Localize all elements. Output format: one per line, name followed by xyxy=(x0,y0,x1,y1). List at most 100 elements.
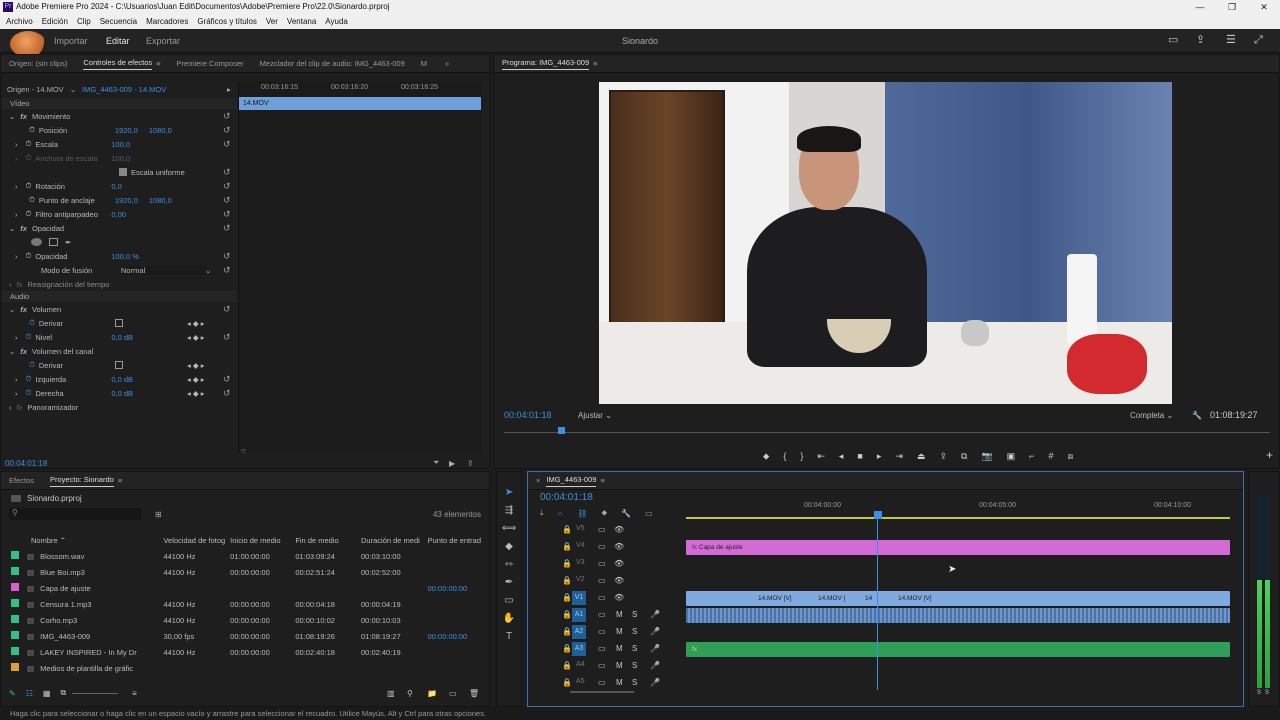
export-frame-icon[interactable]: 📷 xyxy=(981,451,992,462)
col-duracion[interactable]: Duración de medi xyxy=(361,532,428,548)
label-color-swatch[interactable] xyxy=(11,663,19,671)
multicam-icon[interactable]: ▣ xyxy=(1007,451,1016,462)
safe-margins-icon[interactable]: ⌐ xyxy=(1029,451,1034,461)
ellipse-mask-icon[interactable] xyxy=(31,238,42,246)
project-row[interactable]: ▤ Censura 1.mp3 44100 Hz 00:00:00:00 00:00:… xyxy=(11,596,481,612)
razor-tool-icon[interactable]: ◆ xyxy=(505,538,513,556)
export-icon[interactable]: ⇪ xyxy=(467,459,474,468)
panoramizador-effect[interactable]: › fx Panoramizador xyxy=(1,400,237,414)
volumen-effect[interactable]: ⌄ fx Volumen ↺ xyxy=(1,302,237,316)
escala-uniforme-row[interactable]: Escala uniforme ↺ xyxy=(1,165,237,179)
fullscreen-icon[interactable]: ⤢ xyxy=(1254,35,1263,46)
maximize-icon[interactable]: ❐ xyxy=(1216,2,1248,13)
timeline-settings-icon[interactable]: 🔧 xyxy=(621,509,631,518)
sequence-clip-label[interactable]: IMG_4463-009 - 14.MOV xyxy=(82,85,166,94)
posicion-x[interactable]: 1920,0 xyxy=(115,126,149,135)
reasignacion-row[interactable]: › fx Reasignación del tiempo xyxy=(1,277,237,291)
menu-ventana[interactable]: Ventana xyxy=(287,17,316,26)
blend-mode-select[interactable]: Normal xyxy=(121,265,205,275)
reset-icon[interactable]: ↺ xyxy=(223,181,231,192)
program-timecode[interactable]: 00:04:01:18 xyxy=(504,410,552,420)
menu-secuencia[interactable]: Secuencia xyxy=(100,17,137,26)
menu-clip[interactable]: Clip xyxy=(77,17,91,26)
list-view-icon[interactable]: ☷ xyxy=(26,689,33,698)
anclaje-x[interactable]: 1920,0 xyxy=(115,196,149,205)
linked-selection-icon[interactable]: ⛓ xyxy=(577,509,587,518)
solo-right-button[interactable]: S xyxy=(1265,690,1269,696)
captions-icon[interactable]: ▭ xyxy=(645,509,653,518)
insert-nest-icon[interactable]: ⤓ xyxy=(540,508,544,518)
workspaces-icon[interactable]: ▭ xyxy=(1168,35,1178,46)
extract-icon[interactable]: ⇪ xyxy=(939,451,947,462)
derivar-checkbox[interactable] xyxy=(114,319,123,327)
reset-icon[interactable]: ↺ xyxy=(223,195,231,206)
timeline-ruler[interactable]: 00:04:00:00 00:04:05:00 00:04:10:00 xyxy=(686,500,1230,520)
project-search-input[interactable]: ⚲ xyxy=(9,508,141,520)
tab-metadata[interactable]: M xyxy=(421,59,427,68)
label-color-swatch[interactable] xyxy=(11,599,19,607)
project-row[interactable]: ▤ LAKEY INSPIRED - In My Dr 44100 Hz 00:00… xyxy=(11,644,481,660)
quality-select[interactable]: Completa ⌄ xyxy=(1130,411,1182,420)
timeline-timecode[interactable]: 00:04:01:18 xyxy=(540,492,593,503)
project-row[interactable]: ▤ Blue Boi.mp3 44100 Hz 00:00:00:00 00:02:5… xyxy=(11,564,481,580)
button-editor-icon[interactable]: + xyxy=(1266,448,1273,462)
mark-in-icon[interactable]: { xyxy=(783,451,786,461)
label-color-swatch[interactable] xyxy=(11,631,19,639)
vr-video-icon[interactable]: ⧈ xyxy=(1067,451,1073,462)
adjustment-layer-clip[interactable]: fx Capa de ajuste xyxy=(686,540,1230,555)
project-row[interactable]: ▤ Blossom.wav 44100 Hz 01:00:00:00 01:03:09… xyxy=(11,548,481,564)
project-row[interactable]: ▤ Corho.mp3 44100 Hz 00:00:00:00 00:00:10:0… xyxy=(11,612,481,628)
find-icon[interactable]: ⚲ xyxy=(407,689,413,698)
tab-program[interactable]: Programa: IMG_4463-009 xyxy=(502,58,590,70)
reset-icon[interactable]: ↺ xyxy=(223,125,231,136)
menu-graficos[interactable]: Gráficos y títulos xyxy=(197,17,257,26)
reset-icon[interactable]: ↺ xyxy=(223,139,231,150)
v1-clip[interactable]: 14.MOV [V] xyxy=(892,591,952,606)
effect-controls-timeline[interactable]: 00:03:16:15 00:03:16:20 00:03:16:25 14.M… xyxy=(238,81,481,455)
more-panels-icon[interactable]: » xyxy=(445,59,449,68)
reset-icon[interactable]: ↺ xyxy=(223,388,231,399)
menu-edicion[interactable]: Edición xyxy=(42,17,68,26)
reset-icon[interactable]: ↺ xyxy=(223,111,231,122)
derecha-value[interactable]: 0,0 dB xyxy=(111,389,133,398)
reset-icon[interactable]: ↺ xyxy=(223,265,231,276)
label-color-swatch[interactable] xyxy=(11,567,19,575)
nivel-value[interactable]: 0,0 dB xyxy=(111,333,133,342)
col-velocidad[interactable]: Velocidad de fotog xyxy=(163,532,230,548)
tab-premiere-composer[interactable]: Premiere Composer xyxy=(177,59,244,68)
movimiento-effect[interactable]: ⌄ fx Movimiento ↺ xyxy=(1,109,237,123)
anclaje-y[interactable]: 1080,0 xyxy=(149,196,172,205)
rotacion-value[interactable]: 0,0 xyxy=(111,182,121,191)
step-forward-icon[interactable]: ▸ xyxy=(877,451,882,462)
settings-icon[interactable]: ☰ xyxy=(1226,35,1236,46)
go-to-in-icon[interactable]: ⇤ xyxy=(817,451,825,462)
label-color-swatch[interactable] xyxy=(11,647,19,655)
tab-source[interactable]: Origen: (sin clips) xyxy=(9,59,67,68)
col-nombre[interactable]: Nombre xyxy=(31,536,58,545)
tab-effect-controls[interactable]: Controles de efectos xyxy=(83,58,153,70)
add-marker-icon[interactable]: ⬥ xyxy=(763,451,769,462)
reset-icon[interactable]: ↺ xyxy=(223,209,231,220)
timeline-playhead-line[interactable] xyxy=(877,518,878,690)
escala-uniforme-checkbox[interactable] xyxy=(119,168,127,176)
project-row[interactable]: ▤ Capa de ajuste 00:00:00:00 xyxy=(11,580,481,596)
zoom-slider[interactable] xyxy=(72,692,119,694)
write-on-icon[interactable]: ✎ xyxy=(9,689,16,698)
effect-timecode[interactable]: 00:04:01:18 xyxy=(5,459,47,468)
col-inicio[interactable]: Inicio de medio xyxy=(230,532,295,548)
comparison-view-icon[interactable]: ⧉ xyxy=(961,451,967,462)
effect-clip-bar[interactable]: 14.MOV xyxy=(239,97,481,110)
zoom-scroll-handle[interactable]: ○ xyxy=(241,446,246,455)
pen-mask-icon[interactable]: ✒ xyxy=(65,238,71,247)
panel-menu-icon[interactable]: ≡ xyxy=(156,59,160,68)
reset-icon[interactable]: ↺ xyxy=(223,332,231,343)
trash-icon[interactable]: 🗑 xyxy=(469,689,479,698)
share-icon[interactable]: ⇪ xyxy=(1196,35,1205,46)
track-scrollbar[interactable] xyxy=(570,691,634,693)
minimize-icon[interactable]: — xyxy=(1184,2,1216,12)
rectangle-mask-icon[interactable] xyxy=(49,238,58,246)
new-item-icon[interactable]: ▭ xyxy=(449,689,457,698)
freeform-view-icon[interactable]: ⧉ xyxy=(60,688,66,698)
program-playhead[interactable] xyxy=(557,427,565,434)
filter-icon[interactable]: ⏷ xyxy=(433,458,439,468)
